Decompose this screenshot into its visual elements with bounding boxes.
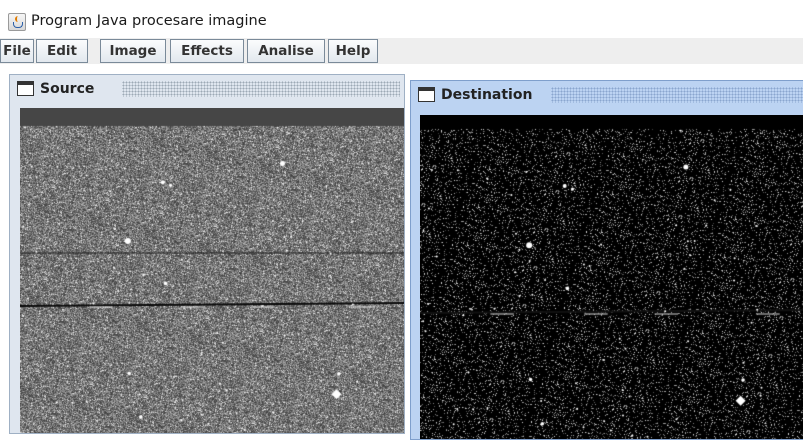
destination-frame-title-bar[interactable]: Destination [411,81,803,109]
menu-file[interactable]: File [0,39,34,63]
menu-bar: File Edit Image Effects Analise Help [0,38,803,64]
source-frame[interactable]: Source [9,74,405,434]
menu-effects[interactable]: Effects [170,39,244,63]
destination-frame-title: Destination [437,85,539,105]
source-frame-title: Source [36,79,101,99]
internal-frame-icon[interactable] [17,81,34,96]
source-image [20,108,404,433]
internal-frame-icon[interactable] [418,87,435,102]
title-grip-pattern [122,81,400,97]
menu-help[interactable]: Help [328,39,378,63]
destination-frame[interactable]: Destination [410,80,803,440]
menu-analise[interactable]: Analise [247,39,325,63]
window-title: Program Java procesare imagine [31,13,267,29]
window-title-bar: Program Java procesare imagine [0,0,803,38]
destination-image-area[interactable] [420,115,803,439]
source-image-area[interactable] [20,108,404,433]
destination-image [420,115,803,439]
title-grip-pattern [551,87,803,103]
java-cup-icon[interactable] [8,13,26,31]
menu-edit[interactable]: Edit [36,39,88,63]
desktop-pane: Source Destination [0,64,803,440]
menu-image[interactable]: Image [100,39,166,63]
source-frame-title-bar[interactable]: Source [10,75,404,103]
